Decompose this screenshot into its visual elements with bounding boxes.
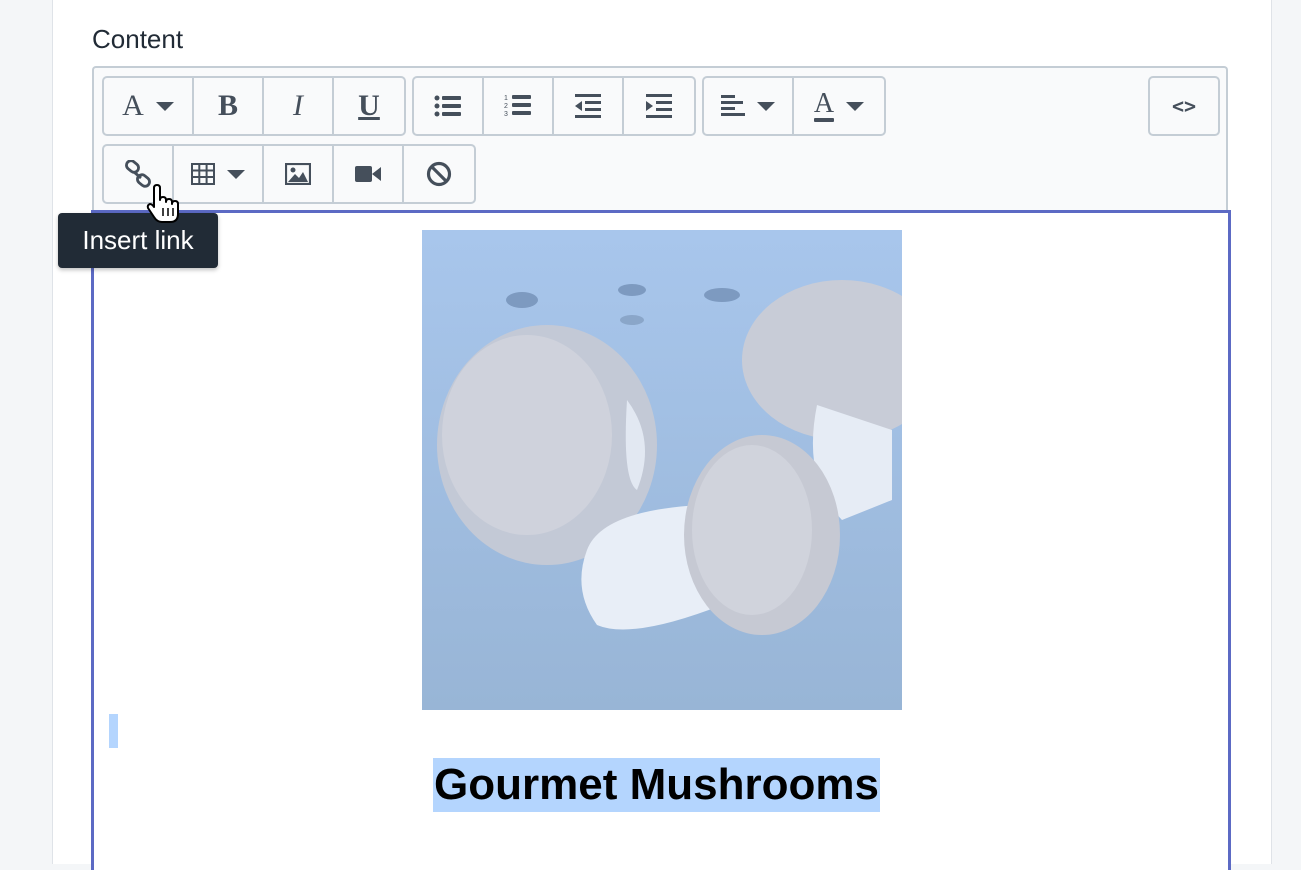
hand-pointer-icon: [146, 184, 179, 223]
bold-icon: B: [217, 89, 238, 122]
svg-text:2: 2: [504, 103, 508, 110]
clear-formatting-icon: [426, 161, 452, 187]
insert-video-button[interactable]: [334, 146, 404, 202]
show-html-button[interactable]: <>: [1148, 76, 1220, 136]
mushrooms-image[interactable]: [422, 230, 902, 710]
indent-button[interactable]: [624, 78, 694, 134]
svg-text:1: 1: [504, 95, 508, 102]
mushrooms-photo-icon: [422, 230, 902, 710]
underline-button[interactable]: U: [334, 78, 404, 134]
outdent-button[interactable]: [554, 78, 624, 134]
numbered-list-button[interactable]: 1 2 3: [484, 78, 554, 134]
text-color-button[interactable]: A: [794, 78, 884, 134]
chevron-down-icon: [155, 101, 174, 111]
video-icon: [355, 166, 381, 182]
chevron-down-icon: [846, 101, 865, 111]
outdent-icon: [575, 94, 601, 118]
insert-table-button[interactable]: [174, 146, 264, 202]
content-field-label: Content: [92, 24, 184, 54]
list-button-group: 1 2 3: [412, 76, 696, 136]
text-style-icon: A: [122, 89, 144, 122]
underline-icon: U: [358, 89, 380, 122]
content-heading[interactable]: Gourmet Mushrooms: [433, 758, 880, 812]
text-color-swatch: [813, 118, 834, 122]
text-color-icon: A: [813, 88, 835, 119]
bulleted-list-icon: [434, 95, 461, 117]
bulleted-list-button[interactable]: [414, 78, 484, 134]
format-button-group: A B I U: [102, 76, 406, 136]
insert-image-button[interactable]: [264, 146, 334, 202]
align-button-group: A: [702, 76, 886, 136]
italic-button[interactable]: I: [264, 78, 334, 134]
italic-icon: I: [293, 89, 303, 122]
svg-text:3: 3: [504, 111, 508, 118]
insert-link-tooltip: Insert link: [58, 213, 218, 268]
text-style-button[interactable]: A: [104, 78, 194, 134]
table-icon: [191, 163, 215, 185]
alignment-button[interactable]: [704, 78, 794, 134]
chevron-down-icon: [757, 101, 775, 111]
bold-button[interactable]: B: [194, 78, 264, 134]
align-left-icon: [721, 95, 745, 116]
numbered-list-icon: 1 2 3: [504, 95, 531, 118]
indent-icon: [646, 94, 672, 118]
clear-formatting-button[interactable]: [404, 146, 474, 202]
chevron-down-icon: [227, 169, 245, 179]
image-icon: [285, 163, 311, 185]
text-cursor-selection: [109, 714, 118, 748]
